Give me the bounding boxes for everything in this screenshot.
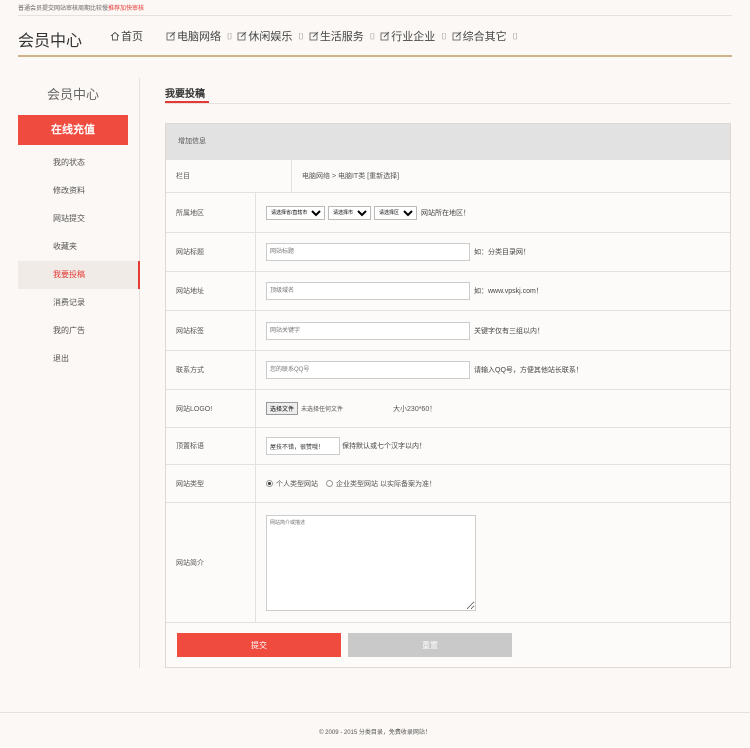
page-title: 我要投稿 <box>165 89 205 100</box>
nav-home[interactable]: 首页 <box>110 28 143 44</box>
radio-label: 企业类型网站 以实际备案为准！ <box>336 480 436 488</box>
row-intro: 网站简介 <box>166 503 730 623</box>
nav-label: 电脑网络 <box>177 31 221 43</box>
city-select[interactable]: 请选择市 <box>328 205 371 220</box>
sidebar-item-profile[interactable]: 修改资料 <box>18 177 140 205</box>
field-label: 网站标签 <box>166 311 256 350</box>
nav-industry[interactable]: 行业企业 ⌷ <box>380 28 447 44</box>
nav-leisure[interactable]: 休闲娱乐 ⌷ <box>237 28 304 44</box>
choose-file-button[interactable]: 选择文件 <box>266 402 299 415</box>
site-title-input[interactable] <box>266 243 470 261</box>
edit-icon <box>238 31 247 41</box>
title-divider <box>165 103 731 104</box>
sidebar-menu: 我的状态 修改资料 网站提交 收藏夹 我要投稿 消费记录 我的广告 退出 <box>18 149 140 373</box>
field-label: 栏目 <box>166 160 292 192</box>
sidebar-item-consumption[interactable]: 消费记录 <box>18 289 140 317</box>
sidebar-item-favorites[interactable]: 收藏夹 <box>18 233 140 261</box>
province-select[interactable]: 请选择省/直辖市 <box>266 205 325 220</box>
row-logo: 网站LOGO! 选择文件 未选择任何文件 大小230*60！ <box>166 390 730 428</box>
nav-label: 综合其它 <box>462 31 507 43</box>
clip-icon: ⌷ <box>298 30 304 41</box>
footer-divider <box>0 712 750 713</box>
home-icon <box>110 31 120 41</box>
logo-size-hint: 大小230*60！ <box>393 405 437 413</box>
nav-label: 行业企业 <box>391 31 436 43</box>
field-label: 顶置标语 <box>166 428 256 464</box>
clip-icon: ⌷ <box>512 30 519 41</box>
field-label: 所属地区 <box>166 193 256 232</box>
footer-copyright: © 2009 - 2015 分类目录，免费收录网站！ <box>319 730 431 736</box>
reset-button[interactable]: 重置 <box>348 633 512 657</box>
sidebar-item-contribute[interactable]: 我要投稿 <box>18 261 140 289</box>
row-site-url: 网站地址 如：www.vpskj.com！ <box>166 272 730 311</box>
row-region: 所属地区 请选择省/直辖市 请选择市 请选择区 网站所在地区！ <box>166 193 730 233</box>
nav-other[interactable]: 综合其它 ⌷ <box>452 28 518 44</box>
file-status: 未选择任何文件 <box>301 407 344 413</box>
intro-textarea[interactable] <box>266 514 476 611</box>
radio-checked-icon <box>266 480 273 487</box>
row-contact: 联系方式 请输入QQ号，方便其他站长联系！ <box>166 351 730 390</box>
main-nav: 首页 电脑网络 ⌷ 休闲娱乐 ⌷ 生活服务 ⌷ 行业企业 ⌷ 综合其它 ⌷ <box>110 28 523 44</box>
field-label: 网站类型 <box>166 465 256 502</box>
sidebar-item-logout[interactable]: 退出 <box>18 345 140 373</box>
row-site-title: 网站标题 如：分类目录网！ <box>166 233 730 272</box>
sidebar-item-submit-site[interactable]: 网站提交 <box>18 205 140 233</box>
sidebar-title: 会员中心 <box>46 87 99 102</box>
nav-label: 首页 <box>121 31 143 43</box>
contact-input[interactable] <box>266 361 470 379</box>
field-label: 网站简介 <box>166 503 256 622</box>
field-label: 网站LOGO! <box>166 390 256 427</box>
clip-icon: ⌷ <box>441 30 447 41</box>
pin-slogan-input[interactable] <box>266 437 340 455</box>
sidebar-item-status[interactable]: 我的状态 <box>18 149 140 177</box>
contribute-form: 增加信息 栏目 电脑网络 > 电脑IT类 [重新选择] 所属地区 请选择省/直辖… <box>165 123 731 668</box>
site-url-input[interactable] <box>266 282 470 300</box>
row-column: 栏目 电脑网络 > 电脑IT类 [重新选择] <box>166 160 730 193</box>
nav-label: 休闲娱乐 <box>248 31 293 43</box>
site-logo[interactable]: 会员中心 <box>18 27 82 51</box>
contact-hint: 请输入QQ号，方便其他站长联系！ <box>474 367 583 374</box>
top-divider <box>18 15 732 16</box>
field-label: 网站地址 <box>166 272 256 310</box>
edit-icon <box>452 31 461 41</box>
pin-hint: 保持默认或七个汉字以内！ <box>342 443 426 450</box>
column-value[interactable]: 电脑网络 > 电脑IT类 [重新选择] <box>292 171 399 181</box>
site-tags-hint: 关键字仅有三组以内！ <box>474 327 544 335</box>
notice-link[interactable]: 推荐加快审核 <box>108 6 144 12</box>
field-label: 网站标题 <box>166 233 256 271</box>
radio-enterprise[interactable]: 企业类型网站 以实际备案为准！ <box>326 479 436 489</box>
radio-personal[interactable]: 个人类型网站 <box>266 479 318 489</box>
edit-icon <box>309 31 319 41</box>
field-label: 联系方式 <box>166 351 256 389</box>
region-hint: 网站所在地区！ <box>421 209 470 217</box>
submit-button[interactable]: 提交 <box>177 633 341 657</box>
site-title-hint: 如：分类目录网！ <box>474 249 530 256</box>
row-pin: 顶置标语 保持默认或七个汉字以内！ <box>166 428 730 465</box>
district-select[interactable]: 请选择区 <box>374 205 417 220</box>
sidebar: 会员中心 在线充值 我的状态 修改资料 网站提交 收藏夹 我要投稿 消费记录 我… <box>18 78 140 668</box>
edit-icon <box>380 31 390 41</box>
edit-icon <box>166 31 176 41</box>
radio-label: 个人类型网站 <box>276 480 318 488</box>
clip-icon: ⌷ <box>369 30 376 41</box>
row-site-tags: 网站标签 关键字仅有三组以内！ <box>166 311 730 351</box>
nav-label: 生活服务 <box>319 31 364 43</box>
topbar-notice: 普通会员提交网站审核周期比较慢推荐加快审核 <box>18 5 732 13</box>
nav-divider <box>18 55 732 57</box>
clip-icon: ⌷ <box>227 30 233 41</box>
nav-life[interactable]: 生活服务 ⌷ <box>309 28 375 44</box>
notice-text: 普通会员提交网站审核周期比较慢 <box>18 6 109 12</box>
nav-computer[interactable]: 电脑网络 ⌷ <box>166 28 232 44</box>
row-site-type: 网站类型 个人类型网站 企业类型网站 以实际备案为准！ <box>166 465 730 503</box>
site-url-hint: 如：www.vpskj.com！ <box>474 288 543 295</box>
radio-unchecked-icon <box>326 480 333 487</box>
recharge-button[interactable]: 在线充值 <box>18 115 128 145</box>
sidebar-item-ads[interactable]: 我的广告 <box>18 317 140 345</box>
form-header: 增加信息 <box>166 124 730 160</box>
site-tags-input[interactable] <box>266 321 470 340</box>
